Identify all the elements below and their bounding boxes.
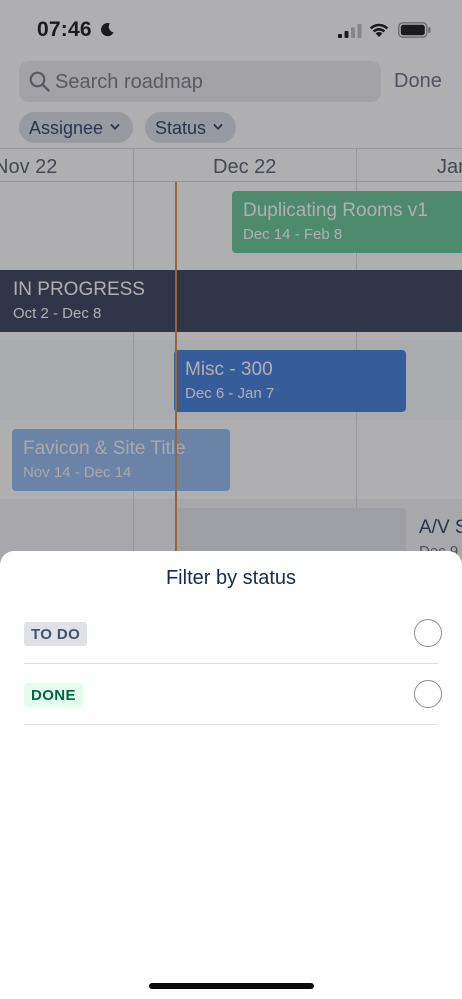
status-radio-done[interactable] bbox=[414, 680, 442, 708]
status-lozenge-todo: TO DO bbox=[24, 622, 88, 646]
filter-status-sheet: Filter by status TO DO DONE bbox=[0, 551, 462, 999]
status-option-todo[interactable]: TO DO bbox=[24, 603, 442, 664]
home-indicator[interactable] bbox=[149, 983, 314, 989]
sheet-title: Filter by status bbox=[165, 567, 297, 589]
status-option-done[interactable]: DONE bbox=[24, 664, 442, 725]
status-radio-todo[interactable] bbox=[414, 619, 442, 647]
status-lozenge-done: DONE bbox=[24, 683, 83, 707]
